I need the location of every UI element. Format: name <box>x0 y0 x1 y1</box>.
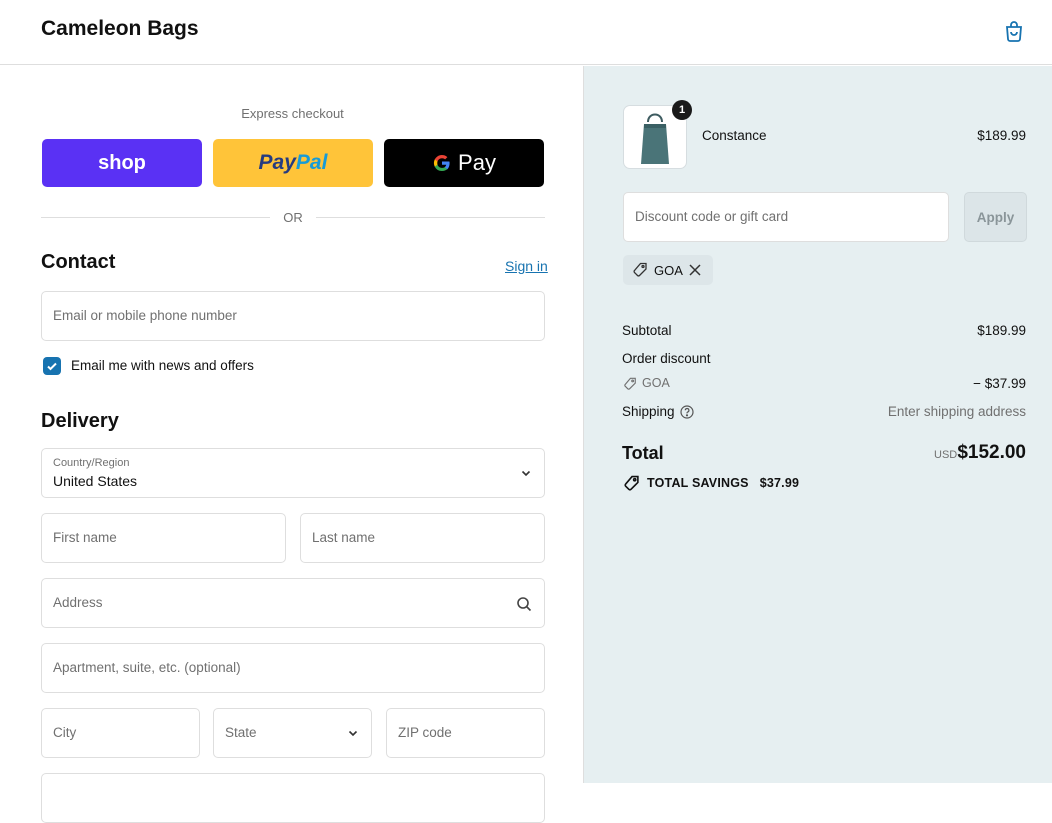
subtotal-value: $189.99 <box>977 323 1026 338</box>
shipping-value: Enter shipping address <box>887 404 1026 419</box>
first-name-placeholder: First name <box>53 530 117 545</box>
shipping-label: Shipping <box>622 404 675 419</box>
site-header: Cameleon Bags <box>0 0 1052 65</box>
checkout-form: Express checkout shop PayPal Pay OR Cont… <box>0 66 583 823</box>
email-placeholder: Email or mobile phone number <box>53 308 237 323</box>
sign-in-link[interactable]: Sign in <box>505 258 548 274</box>
total-savings: TOTAL SAVINGS $37.99 <box>647 476 800 490</box>
delivery-title: Delivery <box>41 410 119 432</box>
discount-placeholder: Discount code or gift card <box>635 209 789 224</box>
total-label: Total <box>622 443 664 463</box>
search-icon <box>517 597 532 612</box>
address-field[interactable]: Address <box>41 578 545 628</box>
paypal-logo: PayPal <box>258 151 328 174</box>
tag-icon <box>633 262 647 277</box>
discount-value: − $37.99 <box>973 376 1026 391</box>
chevron-down-icon <box>348 730 358 737</box>
country-value: United States <box>53 473 138 489</box>
discount-code-label: GOA <box>642 376 670 390</box>
help-icon[interactable] <box>680 405 694 419</box>
apartment-field[interactable]: Apartment, suite, etc. (optional) <box>41 643 545 693</box>
order-summary: 1 Constance $189.99 Discount code or gif… <box>583 66 1052 783</box>
order-discount-label: Order discount <box>622 351 711 366</box>
discount-code-input[interactable]: Discount code or gift card <box>623 192 949 242</box>
chevron-down-icon <box>521 470 531 477</box>
zip-field[interactable]: ZIP code <box>386 708 545 758</box>
shopping-bag-icon[interactable] <box>1002 19 1026 43</box>
shop-pay-label: shop <box>98 151 146 174</box>
savings-tag-icon <box>624 475 639 491</box>
currency-code: USD <box>934 449 958 461</box>
product-price: $189.99 <box>977 128 1026 143</box>
or-divider: OR <box>41 209 545 225</box>
subtotal-label: Subtotal <box>622 323 672 338</box>
express-checkout-label: Express checkout <box>241 106 344 121</box>
phone-field[interactable] <box>41 773 545 823</box>
newsletter-label: Email me with news and offers <box>71 358 254 373</box>
google-pay-label: Pay <box>458 150 496 175</box>
zip-placeholder: ZIP code <box>398 725 452 740</box>
applied-discount-chip: GOA <box>623 255 713 285</box>
paypal-button[interactable]: PayPal <box>213 139 373 187</box>
email-field[interactable]: Email or mobile phone number <box>41 291 545 341</box>
apply-button[interactable]: Apply <box>964 192 1027 242</box>
state-placeholder: State <box>225 725 257 740</box>
applied-code-label: GOA <box>654 263 683 278</box>
checkmark-icon <box>47 362 57 371</box>
country-label: Country/Region <box>53 457 130 469</box>
last-name-placeholder: Last name <box>312 530 376 545</box>
shop-pay-button[interactable]: shop <box>42 139 202 187</box>
address-placeholder: Address <box>53 595 103 610</box>
or-label: OR <box>283 210 303 225</box>
state-select[interactable]: State <box>213 708 372 758</box>
product-name: Constance <box>702 128 767 143</box>
contact-title: Contact <box>41 251 116 273</box>
brand-name[interactable]: Cameleon Bags <box>41 17 199 41</box>
city-field[interactable]: City <box>41 708 200 758</box>
tag-icon <box>624 377 636 390</box>
quantity-badge: 1 <box>672 100 692 120</box>
google-pay-button[interactable]: Pay <box>384 139 544 187</box>
apartment-placeholder: Apartment, suite, etc. (optional) <box>53 660 241 675</box>
close-icon[interactable] <box>688 263 702 277</box>
total-value: $152.00 <box>957 442 1026 463</box>
last-name-field[interactable]: Last name <box>300 513 545 563</box>
newsletter-checkbox[interactable] <box>43 357 61 375</box>
first-name-field[interactable]: First name <box>41 513 286 563</box>
google-g-icon <box>433 154 450 172</box>
country-select[interactable]: Country/Region United States <box>41 448 545 498</box>
city-placeholder: City <box>53 725 77 740</box>
